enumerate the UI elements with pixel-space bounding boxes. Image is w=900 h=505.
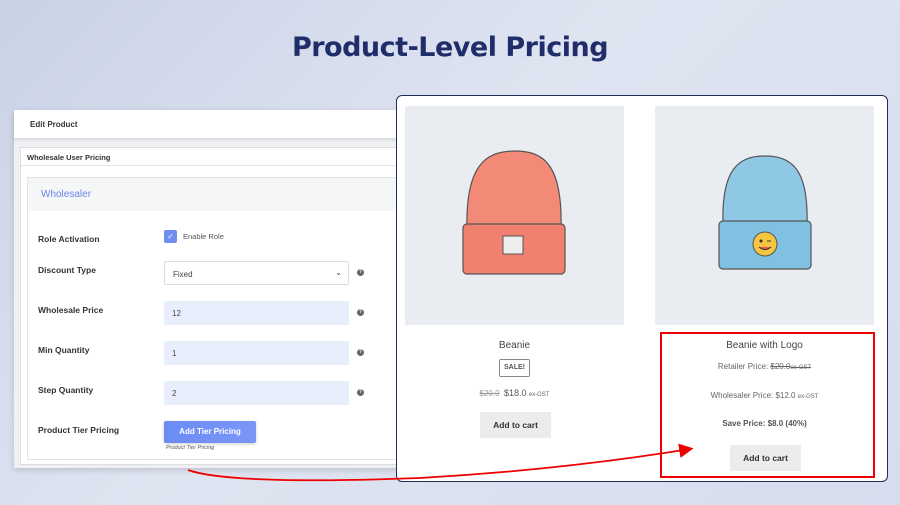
help-icon[interactable]: ?	[357, 389, 364, 396]
edit-product-panel: Edit Product Wholesale User Pricing Whol…	[14, 110, 414, 468]
enable-role-checkbox[interactable]: ✓	[164, 230, 177, 243]
help-icon[interactable]: ?	[357, 269, 364, 276]
product-name[interactable]: Beanie	[405, 340, 624, 351]
add-tier-pricing-button[interactable]: Add Tier Pricing	[164, 421, 256, 443]
discount-type-value: Fixed	[173, 270, 193, 279]
discount-type-select[interactable]: Fixed ⌄	[164, 261, 349, 285]
product-price: $20.0 $18.0 ex-GST	[405, 388, 624, 398]
beanie-logo-image	[718, 155, 812, 270]
role-tab-wholesaler[interactable]: Wholesaler	[28, 178, 412, 211]
add-to-cart-button[interactable]: Add to cart	[480, 412, 551, 438]
enable-role-label: Enable Role	[183, 232, 224, 241]
step-quantity-label: Step Quantity	[38, 385, 94, 395]
help-icon[interactable]: ?	[357, 349, 364, 356]
edit-product-header: Edit Product	[14, 110, 414, 138]
product-image-beanie[interactable]	[405, 106, 624, 325]
page-title: Product-Level Pricing	[291, 32, 609, 63]
step-quantity-input[interactable]: 2	[164, 381, 349, 405]
sale-price: $18.0	[504, 388, 527, 398]
tier-pricing-label: Product Tier Pricing	[38, 425, 120, 435]
wholesale-price-input[interactable]: 12	[164, 301, 349, 325]
role-activation-label: Role Activation	[38, 234, 100, 244]
old-price: $20.0	[479, 389, 500, 398]
min-quantity-label: Min Quantity	[38, 345, 90, 355]
role-section: Wholesaler Role Activation ✓ Enable Role…	[27, 177, 413, 460]
box-title: Wholesale User Pricing	[21, 148, 413, 166]
product-image-beanie-with-logo[interactable]	[655, 106, 874, 325]
wholesale-price-label: Wholesale Price	[38, 305, 104, 315]
sale-badge: SALE!	[499, 359, 530, 377]
tier-pricing-hint: Product Tier Pricing	[166, 445, 215, 451]
chevron-down-icon: ⌄	[335, 268, 342, 277]
min-quantity-input[interactable]: 1	[164, 341, 349, 365]
discount-type-label: Discount Type	[38, 265, 96, 275]
highlight-box	[660, 332, 875, 478]
wholesale-pricing-box: Wholesale User Pricing Wholesaler Role A…	[20, 147, 414, 465]
beanie-image	[462, 150, 566, 275]
help-icon[interactable]: ?	[357, 309, 364, 316]
price-suffix: ex-GST	[528, 392, 550, 398]
